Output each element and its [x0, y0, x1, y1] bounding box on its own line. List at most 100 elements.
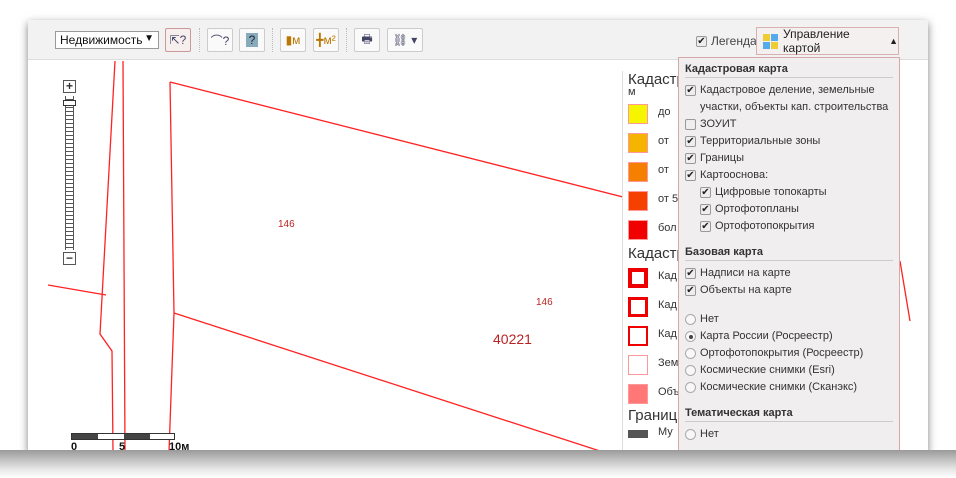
boundary-line	[122, 61, 126, 452]
option-label: Кадастровое деление, земельные участки, …	[700, 84, 889, 113]
basemap-option[interactable]: Карта России (Росреестр)	[685, 328, 893, 345]
dropdown-arrow-icon: ▼	[144, 33, 154, 44]
legend-row: до	[628, 98, 682, 127]
option-label: Космические снимки (Сканэкс)	[700, 381, 858, 393]
checkbox[interactable]	[685, 119, 696, 130]
layer-option[interactable]: ✔ Цифровые топокарты	[685, 184, 893, 201]
option-label: Цифровые топокарты	[715, 186, 827, 198]
legend-row: Объ	[628, 378, 682, 407]
outline-swatch	[628, 297, 648, 317]
section-title: Тематическая карта	[685, 406, 893, 422]
radio[interactable]	[685, 331, 696, 342]
option-label: Ортофотопланы	[715, 203, 799, 215]
layer-option[interactable]: ✔ Кадастровое деление, земельные участки,…	[685, 82, 893, 116]
legend-panel: Кадастр м до от от от 5 бол Кадастр Кад …	[622, 71, 688, 452]
legend-label: Легенда	[711, 34, 757, 48]
legend-heading: Кадастр	[628, 71, 685, 88]
boundary-line	[168, 81, 175, 452]
layer-option[interactable]: ✔ Объекты на карте	[685, 282, 893, 299]
layer-option[interactable]: ✔ Ортофотопланы	[685, 201, 893, 218]
identify-line-button[interactable]: ⌒?	[207, 28, 233, 52]
layer-option[interactable]: ЗОУИТ	[685, 116, 893, 133]
polygon-question-icon: ?	[245, 33, 259, 47]
layer-option[interactable]: ✔ Надписи на карте	[685, 265, 893, 282]
option-label: Территориальные зоны	[700, 135, 821, 147]
outline-swatch	[628, 355, 648, 375]
zoom-track[interactable]	[65, 96, 74, 250]
ruler-icon: ▮м	[285, 33, 301, 47]
boundary-line	[47, 284, 107, 296]
parcel-label: 146	[536, 297, 553, 308]
print-button[interactable]: 🖶	[354, 28, 380, 52]
radio[interactable]	[685, 348, 696, 359]
basemap-option[interactable]: Ортофотопокрытия (Росреестр)	[685, 345, 893, 362]
identify-tool-button[interactable]: ⇱?	[165, 28, 191, 52]
option-label: Ортофотопокрытия	[715, 220, 815, 232]
layer-option[interactable]: ✔ Ортофотопокрытия	[685, 218, 893, 235]
legend-toggle[interactable]: ✔ Легенда	[696, 34, 757, 48]
printer-icon: 🖶	[361, 31, 373, 46]
scale-bar-graphic	[71, 433, 175, 440]
measure-distance-button[interactable]: ▮м	[280, 28, 306, 52]
legend-text: от	[658, 135, 669, 147]
option-label: Космические снимки (Esri)	[700, 364, 835, 376]
zoom-in-button[interactable]: +	[63, 80, 76, 93]
parcel-number-label: 40221	[493, 331, 532, 347]
basemap-option[interactable]: Нет	[685, 311, 893, 328]
radio[interactable]	[685, 365, 696, 376]
option-label: Нет	[700, 428, 719, 440]
zoom-slider[interactable]: + −	[63, 80, 77, 268]
color-swatch	[628, 220, 648, 240]
legend-text: Кад	[658, 328, 677, 340]
radio[interactable]	[685, 314, 696, 325]
legend-row: Кад	[628, 320, 682, 349]
option-label: Нет	[700, 313, 719, 325]
boundary-line	[899, 260, 911, 322]
radio[interactable]	[685, 429, 696, 440]
map-control-button[interactable]: Управление картой ▲	[756, 27, 899, 55]
color-swatch	[628, 133, 648, 153]
legend-text: Зем	[658, 357, 679, 369]
checkbox[interactable]: ✔	[685, 268, 696, 279]
checkbox[interactable]: ✔	[685, 170, 696, 181]
separator	[199, 28, 200, 52]
legend-row: Му	[628, 424, 682, 452]
category-select-value: Недвижимость	[60, 33, 143, 47]
color-swatch	[628, 384, 648, 404]
radio[interactable]	[685, 382, 696, 393]
area-ruler-icon: ╋м²	[316, 33, 336, 47]
checkbox[interactable]: ✔	[700, 221, 711, 232]
option-label: Ортофотопокрытия (Росреестр)	[700, 347, 864, 359]
legend-row: Кад	[628, 291, 682, 320]
line-swatch	[628, 430, 648, 438]
checkbox[interactable]: ✔	[685, 85, 696, 96]
outline-swatch	[628, 326, 648, 346]
checkbox[interactable]: ✔	[685, 285, 696, 296]
thematic-option[interactable]: Нет	[685, 426, 893, 443]
basemap-option[interactable]: Космические снимки (Esri)	[685, 362, 893, 379]
category-select[interactable]: Недвижимость ▼	[55, 31, 159, 49]
color-swatch	[628, 191, 648, 211]
checkbox[interactable]: ✔	[685, 136, 696, 147]
identify-polygon-button[interactable]: ?	[239, 28, 265, 52]
map-control-panel: Кадастровая карта ✔ Кадастровое деление, …	[678, 57, 900, 452]
legend-text: от	[658, 164, 669, 176]
boundary-line	[173, 312, 604, 452]
layer-option[interactable]: ✔ Границы	[685, 150, 893, 167]
zoom-handle[interactable]	[63, 100, 76, 106]
zoom-out-button[interactable]: −	[63, 252, 76, 265]
layer-option[interactable]: ✔ Территориальные зоны	[685, 133, 893, 150]
checkbox[interactable]: ✔	[700, 204, 711, 215]
link-button[interactable]: ⛓ ▾	[387, 28, 423, 52]
legend-checkbox[interactable]: ✔	[696, 35, 707, 47]
checkbox[interactable]: ✔	[700, 187, 711, 198]
section-title: Кадастровая карта	[685, 62, 893, 78]
checkbox[interactable]: ✔	[685, 153, 696, 164]
legend-row: от	[628, 127, 682, 156]
measure-area-button[interactable]: ╋м²	[313, 28, 339, 52]
legend-row: от	[628, 156, 682, 185]
legend-text: до	[658, 106, 671, 118]
toolbar: Недвижимость ▼ ⇱? ⌒? ? ▮м ╋м² 🖶 ⛓ ▾ ✔ Леге…	[28, 20, 928, 60]
basemap-option[interactable]: Космические снимки (Сканэкс)	[685, 379, 893, 396]
layer-option[interactable]: ✔ Картооснова:	[685, 167, 893, 184]
